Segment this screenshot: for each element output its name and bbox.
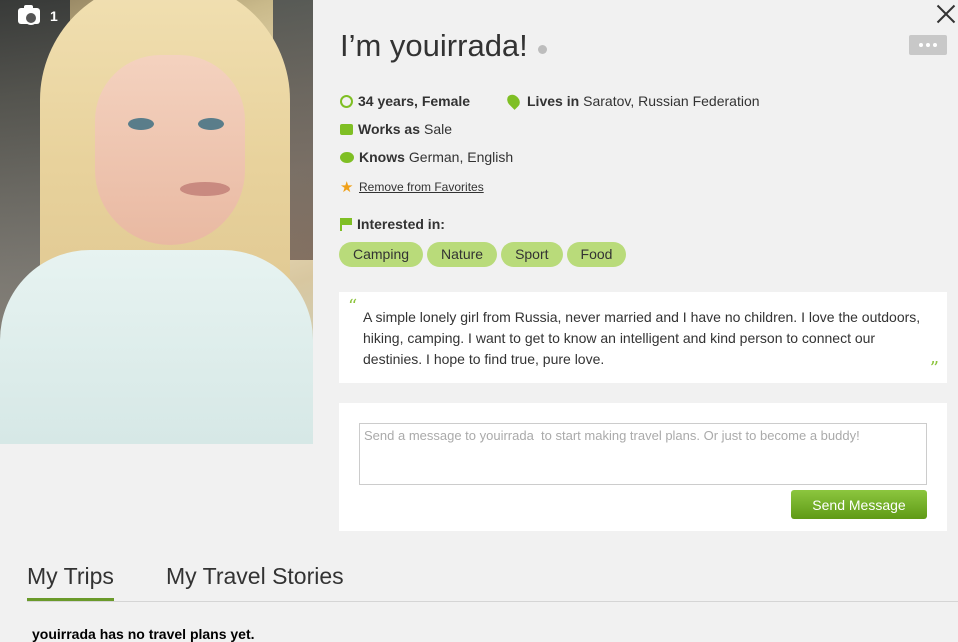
close-icon[interactable]	[935, 2, 957, 24]
photo-lips	[180, 182, 230, 196]
work-icon	[340, 123, 353, 135]
star-icon: ★	[340, 179, 354, 196]
work-row: Works as Sale	[340, 121, 452, 137]
interest-tag[interactable]: Sport	[501, 242, 563, 267]
location-label: Lives in	[527, 93, 580, 109]
online-status-dot	[537, 44, 547, 54]
quote-close: ”	[929, 358, 939, 379]
trips-empty-message: youirrada has no travel plans yet.	[32, 626, 255, 642]
language-icon	[340, 151, 354, 163]
location-value: Saratov, Russian Federation	[583, 93, 760, 109]
page-title: I’m youirrada!	[340, 28, 547, 64]
languages-row: Knows German, English	[340, 149, 513, 165]
interests-heading: Interested in:	[357, 216, 445, 232]
interest-tag[interactable]: Camping	[339, 242, 424, 267]
send-message-button[interactable]: Send Message	[791, 490, 927, 519]
tab-my-trips[interactable]: My Trips	[27, 563, 114, 601]
languages-label: Knows	[359, 149, 405, 165]
age-row: 34 years, Female	[340, 93, 474, 109]
profile-title-text: I’m youirrada!	[340, 28, 528, 63]
location-icon	[504, 92, 523, 110]
photo-face	[95, 55, 245, 245]
age-icon	[340, 94, 353, 108]
work-label: Works as	[358, 121, 420, 137]
interest-tag[interactable]: Nature	[427, 242, 498, 267]
photo-shirt	[0, 250, 313, 444]
remove-favorites-link[interactable]: Remove from Favorites	[359, 180, 484, 194]
photo-eye	[128, 118, 154, 130]
more-icon[interactable]	[909, 35, 947, 55]
interest-tags: Camping Nature Sport Food	[339, 242, 627, 267]
languages-value: German, English	[408, 149, 514, 165]
camera-icon	[18, 5, 40, 25]
bio-text: A simple lonely girl from Russia, never …	[363, 309, 921, 367]
favorites-row: ★ Remove from Favorites	[340, 178, 484, 196]
photo-count[interactable]: 1	[18, 5, 58, 25]
quote-open: “	[348, 296, 358, 317]
tab-my-travel-stories[interactable]: My Travel Stories	[166, 563, 344, 598]
profile-photo[interactable]: 1	[0, 0, 313, 444]
message-card: Send Message	[339, 403, 947, 531]
bio-card: “ A simple lonely girl from Russia, neve…	[339, 292, 947, 383]
interests-heading-row: Interested in:	[340, 216, 449, 232]
flag-icon	[340, 217, 352, 231]
work-value: Sale	[424, 121, 453, 137]
profile-tabs: My Trips My Travel Stories	[27, 563, 958, 603]
location-row: Lives in Saratov, Russian Federation	[504, 92, 760, 110]
interest-tag[interactable]: Food	[566, 242, 627, 267]
message-input[interactable]	[359, 423, 927, 485]
photo-count-value: 1	[50, 8, 58, 24]
age-text: 34 years, Female	[358, 93, 471, 109]
photo-eye	[198, 118, 224, 130]
